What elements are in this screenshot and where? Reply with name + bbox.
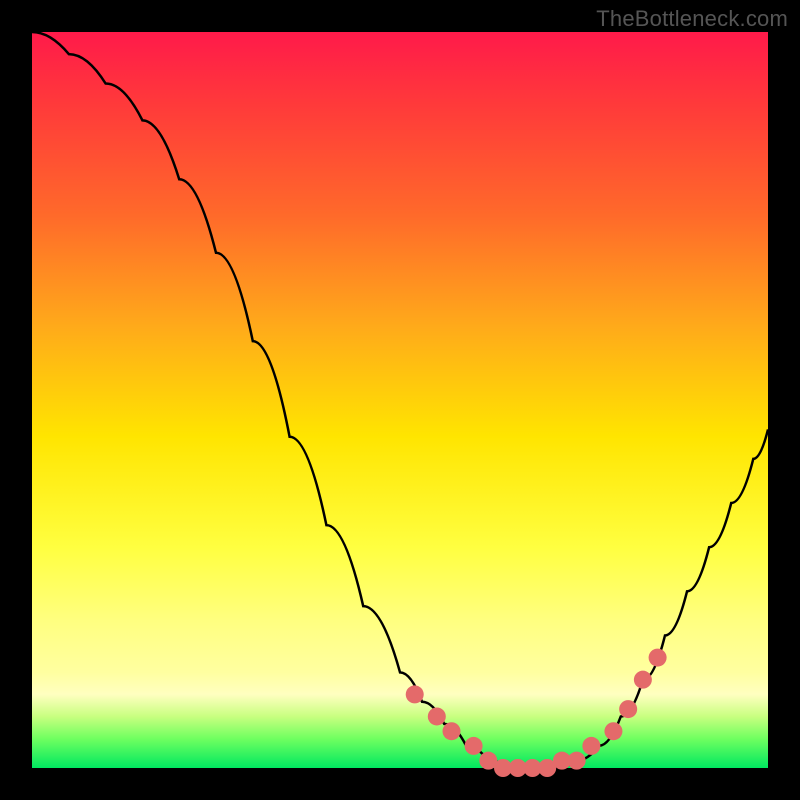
curve-marker (465, 737, 483, 755)
curve-marker (582, 737, 600, 755)
curve-marker (406, 685, 424, 703)
curve-marker (443, 722, 461, 740)
watermark-text: TheBottleneck.com (596, 6, 788, 32)
curve-marker (649, 649, 667, 667)
curve-marker (619, 700, 637, 718)
curve-marker (428, 707, 446, 725)
chart-svg (0, 0, 800, 800)
curve-marker (634, 671, 652, 689)
curve-marker (604, 722, 622, 740)
curve-markers (406, 649, 667, 777)
curve-marker (568, 752, 586, 770)
